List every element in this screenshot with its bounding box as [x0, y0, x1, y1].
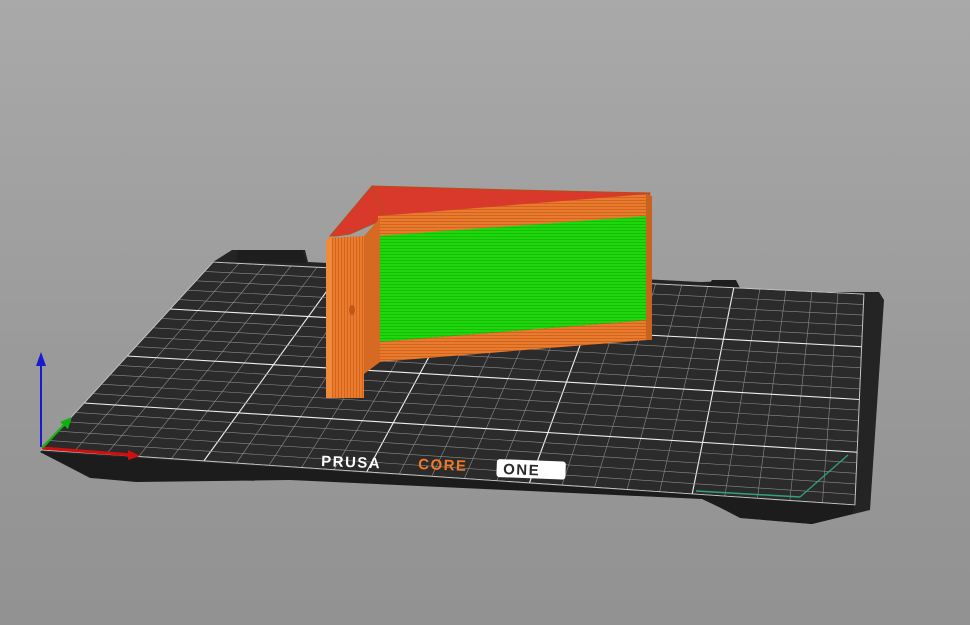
model-short-wall-edge — [326, 236, 332, 398]
bed-tab-left — [236, 250, 306, 263]
brand-word-one: ONE — [503, 461, 541, 479]
3d-viewport[interactable]: PRUSA CORE ONE — [0, 0, 970, 625]
model-corner-inner — [364, 218, 380, 374]
brand-word-prusa: PRUSA — [321, 453, 382, 472]
brand-word-core: CORE — [418, 456, 468, 475]
model-short-wall-face — [328, 236, 364, 398]
model-hole — [349, 305, 355, 315]
model-wall-end-cap — [646, 194, 652, 340]
axis-z-arrow — [36, 352, 46, 366]
model-wall-infill — [378, 216, 648, 342]
scene-canvas: PRUSA CORE ONE — [36, 185, 884, 524]
